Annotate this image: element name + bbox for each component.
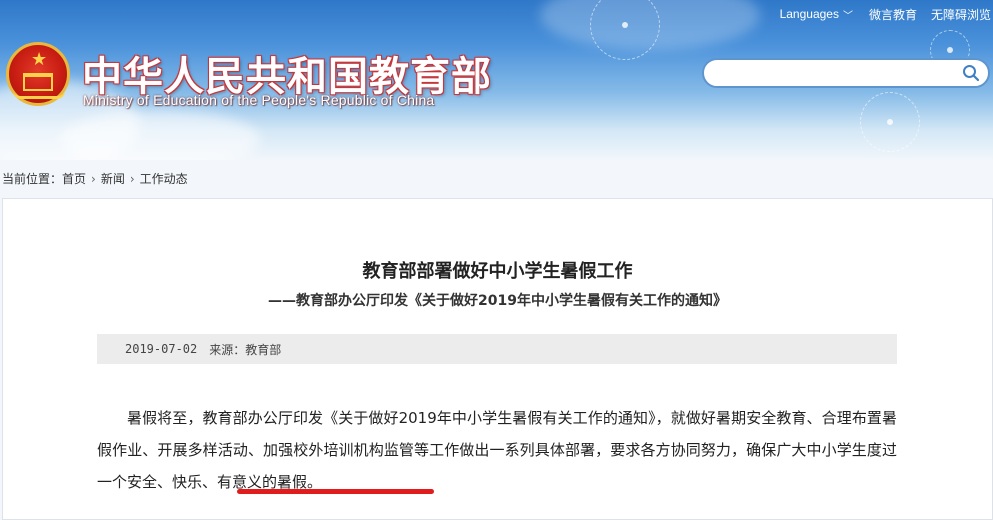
weiyan-link[interactable]: 微言教育 (869, 6, 917, 23)
grain-wreath-shape (13, 91, 65, 99)
accessibility-link[interactable]: 无障碍浏览 (931, 6, 991, 23)
search-box[interactable] (702, 58, 990, 88)
article-title: 教育部部署做好中小学生暑假工作 (362, 261, 633, 282)
breadcrumb-item-work-news[interactable]: 工作动态 (140, 172, 188, 186)
article-paragraph: 暑假将至，教育部办公厅印发《关于做好2019年中小学生暑假有关工作的通知》，就做… (97, 409, 897, 491)
dandelion-decoration (590, 0, 660, 60)
breadcrumb-prefix: 当前位置： (2, 172, 63, 186)
tiananmen-gate-shape (23, 73, 53, 91)
chevron-right-icon: › (129, 172, 135, 186)
article-meta: 2019-07-02 来源：教育部 (97, 334, 897, 364)
languages-menu[interactable]: Languages (780, 7, 839, 21)
dandelion-decoration (860, 92, 920, 152)
breadcrumb: 当前位置：首页 › 新闻 › 工作动态 (2, 170, 188, 187)
breadcrumb-item-news[interactable]: 新闻 (101, 172, 125, 186)
site-header: ★ 中华人民共和国教育部 Ministry of Education of th… (0, 0, 993, 160)
top-links: Languages ﹀ 微言教育 无障碍浏览 (780, 5, 993, 23)
cloud-decoration (60, 110, 260, 160)
national-emblem-icon[interactable]: ★ (6, 42, 70, 106)
article-card: 教育部部署做好中小学生暑假工作 ——教育部办公厅印发《关于做好2019年中小学生… (2, 198, 993, 520)
star-icon: ★ (31, 49, 48, 70)
article-subtitle: ——教育部办公厅印发《关于做好2019年中小学生暑假有关工作的通知》 (268, 293, 727, 309)
chevron-down-icon[interactable]: ﹀ (843, 7, 853, 22)
search-icon[interactable] (962, 64, 980, 82)
search-input[interactable] (716, 64, 956, 82)
article-date: 2019-07-02 (125, 342, 198, 356)
chevron-right-icon: › (91, 172, 96, 186)
site-subtitle: Ministry of Education of the People's Re… (83, 92, 435, 108)
breadcrumb-item-home[interactable]: 首页 (62, 172, 86, 186)
red-underline-annotation (237, 489, 434, 494)
article-source: 来源：教育部 (209, 342, 282, 357)
